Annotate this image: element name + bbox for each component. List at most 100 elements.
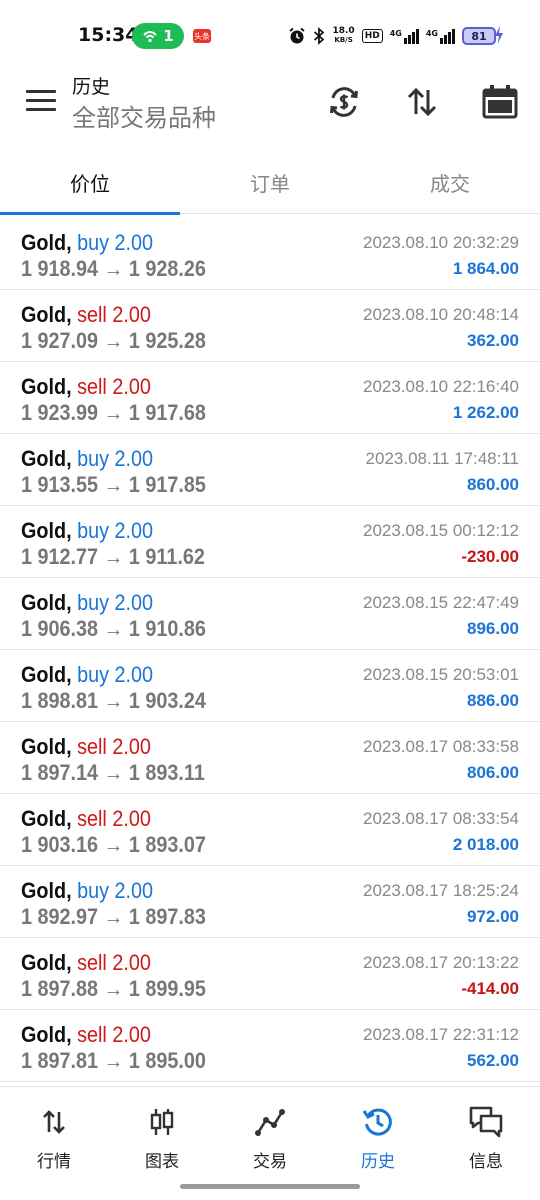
tab-deals[interactable]: 成交	[360, 150, 540, 214]
trade-action: buy 2.00	[77, 446, 154, 471]
tab-positions[interactable]: 价位	[0, 150, 180, 215]
bottom-navigation: 行情 图表 交易 历史 信息	[0, 1086, 540, 1200]
sim2-label: 4G	[425, 28, 438, 38]
trade-prices: 1 903.16 → 1 893.07	[21, 832, 206, 857]
trade-prices: 1 892.97 → 1 897.83	[21, 904, 206, 929]
candlestick-chart-icon	[147, 1105, 177, 1139]
charging-bolt-icon	[495, 26, 503, 44]
trade-profit: 562.00	[467, 1051, 519, 1070]
trade-time: 2023.08.17 08:33:58	[363, 737, 519, 756]
trade-prices: 1 897.14 → 1 893.11	[21, 760, 205, 785]
messages-icon	[468, 1105, 504, 1139]
status-time: 15:34	[78, 24, 139, 46]
battery-icon: 81	[462, 27, 496, 45]
trade-row[interactable]: Gold, buy 2.00 1 892.97 → 1 897.83 2023.…	[0, 866, 540, 938]
trade-row[interactable]: Gold, sell 2.00 1 897.14 → 1 893.11 2023…	[0, 722, 540, 794]
trade-profit: 896.00	[467, 619, 519, 638]
history-clock-icon	[362, 1105, 394, 1139]
trade-row[interactable]: Gold, sell 2.00 1 897.81 → 1 895.00 2023…	[0, 1010, 540, 1082]
trade-action: sell 2.00	[77, 734, 151, 759]
sim1-label: 4G	[389, 28, 402, 38]
trade-prices: 1 912.77 → 1 911.62	[21, 544, 205, 569]
trade-profit: 806.00	[467, 763, 519, 782]
trade-prices: 1 897.81 → 1 895.00	[21, 1048, 206, 1073]
trade-row[interactable]: Gold, sell 2.00 1 927.09 → 1 925.28 2023…	[0, 290, 540, 362]
signal-sim1-icon: 4G	[389, 28, 419, 44]
nav-label: 交易	[253, 1152, 287, 1172]
nav-label: 信息	[469, 1152, 503, 1172]
hotspot-count: 1	[163, 27, 174, 45]
trade-time: 2023.08.10 20:48:14	[363, 305, 519, 324]
trade-prices: 1 898.81 → 1 903.24	[21, 688, 206, 713]
trade-prices: 1 897.88 → 1 899.95	[21, 976, 206, 1001]
page-title: 历史	[72, 76, 111, 98]
trade-symbol: Gold,	[21, 302, 72, 327]
trade-row[interactable]: Gold, buy 2.00 1 906.38 → 1 910.86 2023.…	[0, 578, 540, 650]
trade-prices: 1 918.94 → 1 928.26	[21, 256, 206, 281]
trade-prices: 1 906.38 → 1 910.86	[21, 616, 206, 641]
app-header: 历史 全部交易品种	[0, 70, 540, 150]
trade-profit: 1 864.00	[452, 259, 519, 278]
trade-symbol: Gold,	[21, 878, 72, 903]
trade-row[interactable]: Gold, buy 2.00 1 912.77 → 1 911.62 2023.…	[0, 506, 540, 578]
trade-symbol: Gold,	[21, 230, 72, 255]
trade-symbol: Gold,	[21, 374, 72, 399]
trade-row[interactable]: Gold, buy 2.00 1 918.94 → 1 928.26 2023.…	[0, 218, 540, 290]
trade-action: sell 2.00	[77, 1022, 151, 1047]
hotspot-icon	[143, 31, 157, 43]
bluetooth-icon	[314, 27, 325, 45]
signal-sim2-icon: 4G	[425, 28, 455, 44]
nav-label: 历史	[361, 1152, 395, 1172]
hd-voice-icon: HD	[361, 29, 383, 43]
history-tabs: 价位 订单 成交	[0, 150, 540, 215]
trade-time: 2023.08.17 22:31:12	[363, 1025, 519, 1044]
nav-label: 行情	[37, 1152, 71, 1172]
trade-action: sell 2.00	[77, 302, 151, 327]
trade-time: 2023.08.15 00:12:12	[363, 521, 519, 540]
trade-line-icon	[254, 1105, 286, 1139]
trade-symbol: Gold,	[21, 950, 72, 975]
sort-icon[interactable]	[402, 82, 442, 122]
trade-time: 2023.08.10 20:32:29	[363, 233, 519, 252]
trade-row[interactable]: Gold, sell 2.00 1 897.88 → 1 899.95 2023…	[0, 938, 540, 1010]
nav-messages[interactable]: 信息	[432, 1087, 540, 1200]
currency-exchange-icon[interactable]	[324, 82, 364, 122]
trade-profit: 860.00	[467, 475, 519, 494]
trade-time: 2023.08.11 17:48:11	[365, 449, 519, 468]
trade-row[interactable]: Gold, buy 2.00 1 913.55 → 1 917.85 2023.…	[0, 434, 540, 506]
quotes-arrows-icon	[40, 1105, 68, 1139]
hotspot-pill[interactable]: 1	[132, 23, 184, 49]
symbol-filter[interactable]: 全部交易品种	[72, 98, 216, 133]
trade-symbol: Gold,	[21, 590, 72, 615]
calendar-icon[interactable]	[480, 82, 520, 122]
trade-action: buy 2.00	[77, 230, 154, 255]
tab-orders[interactable]: 订单	[180, 150, 360, 214]
trade-row[interactable]: Gold, sell 2.00 1 903.16 → 1 893.07 2023…	[0, 794, 540, 866]
trade-symbol: Gold,	[21, 734, 72, 759]
trade-prices: 1 927.09 → 1 925.28	[21, 328, 206, 353]
trade-action: sell 2.00	[77, 950, 151, 975]
network-speed: 18.0 KB/S	[332, 27, 354, 45]
trade-profit: 972.00	[467, 907, 519, 926]
trade-profit: 886.00	[467, 691, 519, 710]
trade-history-list: Gold, buy 2.00 1 918.94 → 1 928.26 2023.…	[0, 218, 540, 1082]
trade-time: 2023.08.15 22:47:49	[363, 593, 519, 612]
news-badge: 头条	[193, 29, 211, 43]
home-indicator[interactable]	[180, 1184, 360, 1189]
trade-row[interactable]: Gold, buy 2.00 1 898.81 → 1 903.24 2023.…	[0, 650, 540, 722]
status-icons: 18.0 KB/S HD 4G 4G 81	[288, 24, 496, 48]
trade-profit: -230.00	[461, 547, 519, 566]
trade-symbol: Gold,	[21, 518, 72, 543]
nav-label: 图表	[145, 1152, 179, 1172]
trade-symbol: Gold,	[21, 1022, 72, 1047]
status-bar: 15:34 1 头条 18.0 KB/S HD 4G 4G 81	[0, 0, 540, 70]
trade-row[interactable]: Gold, sell 2.00 1 923.99 → 1 917.68 2023…	[0, 362, 540, 434]
trade-action: buy 2.00	[77, 590, 154, 615]
trade-action: buy 2.00	[77, 518, 154, 543]
trade-prices: 1 913.55 → 1 917.85	[21, 472, 206, 497]
network-speed-unit: KB/S	[334, 36, 353, 44]
trade-time: 2023.08.15 20:53:01	[363, 665, 519, 684]
nav-quotes[interactable]: 行情	[0, 1087, 108, 1200]
trade-time: 2023.08.17 08:33:54	[363, 809, 519, 828]
menu-icon[interactable]	[26, 88, 58, 114]
